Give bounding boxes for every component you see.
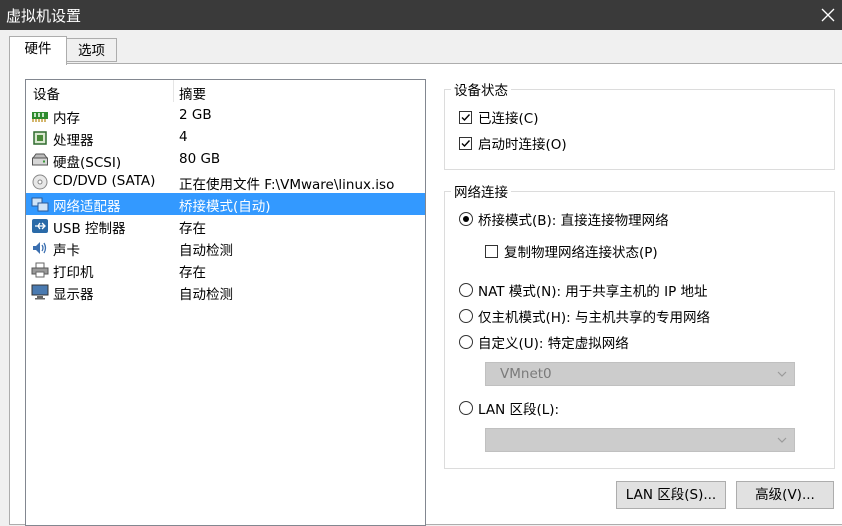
host-only-label: 仅主机模式(H): 与主机共享的专用网络 <box>478 310 711 326</box>
device-list[interactable]: 设备 摘要 内存 2 GB 处理器 4 硬盘(SCSI) 80 GB CD/DV… <box>25 79 426 526</box>
chevron-down-icon <box>777 371 787 377</box>
custom-network-label: 自定义(U): 特定虚拟网络 <box>478 336 629 352</box>
device-summary: 存在 <box>179 265 206 281</box>
network-connection-legend: 网络连接 <box>454 185 508 201</box>
hard-disk-icon <box>32 153 48 166</box>
custom-network-select[interactable]: VMnet0 <box>485 362 795 386</box>
tab-hardware-label: 硬件 <box>24 41 52 57</box>
custom-network-value: VMnet0 <box>500 366 552 382</box>
title-bar: 虚拟机设置 <box>0 0 842 30</box>
check-icon <box>461 113 471 121</box>
tab-strip: 硬件 选项 <box>0 30 842 65</box>
device-row-cd-dvd[interactable]: CD/DVD (SATA) 正在使用文件 F:\VMware\linux.iso <box>26 171 425 193</box>
advanced-button[interactable]: 高级(V)... <box>736 481 834 509</box>
radio-dot <box>459 283 473 297</box>
device-list-header: 设备 摘要 <box>26 80 425 103</box>
sound-card-icon <box>33 242 47 254</box>
bridged-mode-label: 桥接模式(B): 直接连接物理网络 <box>478 213 669 229</box>
device-row-memory[interactable]: 内存 2 GB <box>26 105 425 127</box>
device-summary: 80 GB <box>179 151 221 167</box>
memory-icon <box>32 112 48 122</box>
device-name: USB 控制器 <box>53 221 126 237</box>
device-name: 声卡 <box>53 243 80 259</box>
close-icon <box>821 8 835 22</box>
device-name: 显示器 <box>53 287 94 303</box>
display-icon <box>31 284 49 300</box>
device-row-display[interactable]: 显示器 自动检测 <box>26 281 425 303</box>
device-summary: 2 GB <box>179 107 212 123</box>
radio-dot <box>459 335 473 349</box>
window-title: 虚拟机设置 <box>6 7 82 25</box>
radio-dot <box>459 401 473 415</box>
column-divider[interactable] <box>173 80 174 102</box>
connected-checkbox[interactable]: 已连接(C) <box>459 107 538 127</box>
check-icon <box>461 139 471 147</box>
usb-icon <box>32 219 48 233</box>
radio-dot <box>459 309 473 323</box>
network-adapter-icon <box>31 197 49 212</box>
bridged-mode-radio[interactable]: 桥接模式(B): 直接连接物理网络 <box>459 209 669 229</box>
checkbox-box <box>485 244 498 258</box>
checkbox-box <box>459 136 472 150</box>
device-summary: 自动检测 <box>179 287 233 303</box>
device-name: 处理器 <box>53 133 94 149</box>
lan-segment-select[interactable] <box>485 428 795 452</box>
device-name: CD/DVD (SATA) <box>53 173 156 189</box>
column-header-summary[interactable]: 摘要 <box>179 83 206 103</box>
device-status-legend: 设备状态 <box>454 83 508 99</box>
device-name: 内存 <box>53 111 80 127</box>
checkbox-box <box>459 110 472 124</box>
lan-segments-button-label: LAN 区段(S)... <box>625 487 717 503</box>
device-row-network-adapter[interactable]: 网络适配器 桥接模式(自动) <box>26 193 425 215</box>
replicate-state-label: 复制物理网络连接状态(P) <box>504 245 658 261</box>
device-row-processor[interactable]: 处理器 4 <box>26 127 425 149</box>
tab-options[interactable]: 选项 <box>66 38 117 62</box>
tab-hardware[interactable]: 硬件 <box>9 36 67 65</box>
radio-dot <box>459 212 473 226</box>
connect-at-power-on-checkbox[interactable]: 启动时连接(O) <box>459 133 567 153</box>
device-summary: 自动检测 <box>179 243 233 259</box>
replicate-state-checkbox[interactable]: 复制物理网络连接状态(P) <box>485 241 658 261</box>
lan-segment-label: LAN 区段(L): <box>478 402 560 418</box>
advanced-button-label: 高级(V)... <box>755 487 815 503</box>
printer-icon <box>31 262 49 278</box>
nat-mode-label: NAT 模式(N): 用于共享主机的 IP 地址 <box>478 284 708 300</box>
column-header-device[interactable]: 设备 <box>33 83 60 103</box>
device-row-usb[interactable]: USB 控制器 存在 <box>26 215 425 237</box>
cd-dvd-icon <box>32 174 48 190</box>
device-summary: 桥接模式(自动) <box>179 199 271 215</box>
nat-mode-radio[interactable]: NAT 模式(N): 用于共享主机的 IP 地址 <box>459 280 708 300</box>
device-name: 网络适配器 <box>53 199 121 215</box>
host-only-radio[interactable]: 仅主机模式(H): 与主机共享的专用网络 <box>459 306 710 326</box>
close-button[interactable] <box>814 0 842 30</box>
device-row-hard-disk[interactable]: 硬盘(SCSI) 80 GB <box>26 149 425 171</box>
lan-segments-button[interactable]: LAN 区段(S)... <box>616 481 726 509</box>
device-summary: 存在 <box>179 221 206 237</box>
custom-network-radio[interactable]: 自定义(U): 特定虚拟网络 <box>459 332 629 352</box>
device-name: 硬盘(SCSI) <box>53 155 122 171</box>
device-summary: 正在使用文件 F:\VMware\linux.iso <box>179 177 395 193</box>
lan-segment-radio[interactable]: LAN 区段(L): <box>459 398 559 418</box>
connect-at-power-on-label: 启动时连接(O) <box>478 137 567 153</box>
connected-label: 已连接(C) <box>478 111 539 127</box>
device-row-sound-card[interactable]: 声卡 自动检测 <box>26 237 425 259</box>
device-row-printer[interactable]: 打印机 存在 <box>26 259 425 281</box>
device-summary: 4 <box>179 129 188 145</box>
tab-options-label: 选项 <box>78 43 105 59</box>
processor-icon <box>33 131 47 145</box>
chevron-down-icon <box>777 437 787 443</box>
device-name: 打印机 <box>53 265 94 281</box>
